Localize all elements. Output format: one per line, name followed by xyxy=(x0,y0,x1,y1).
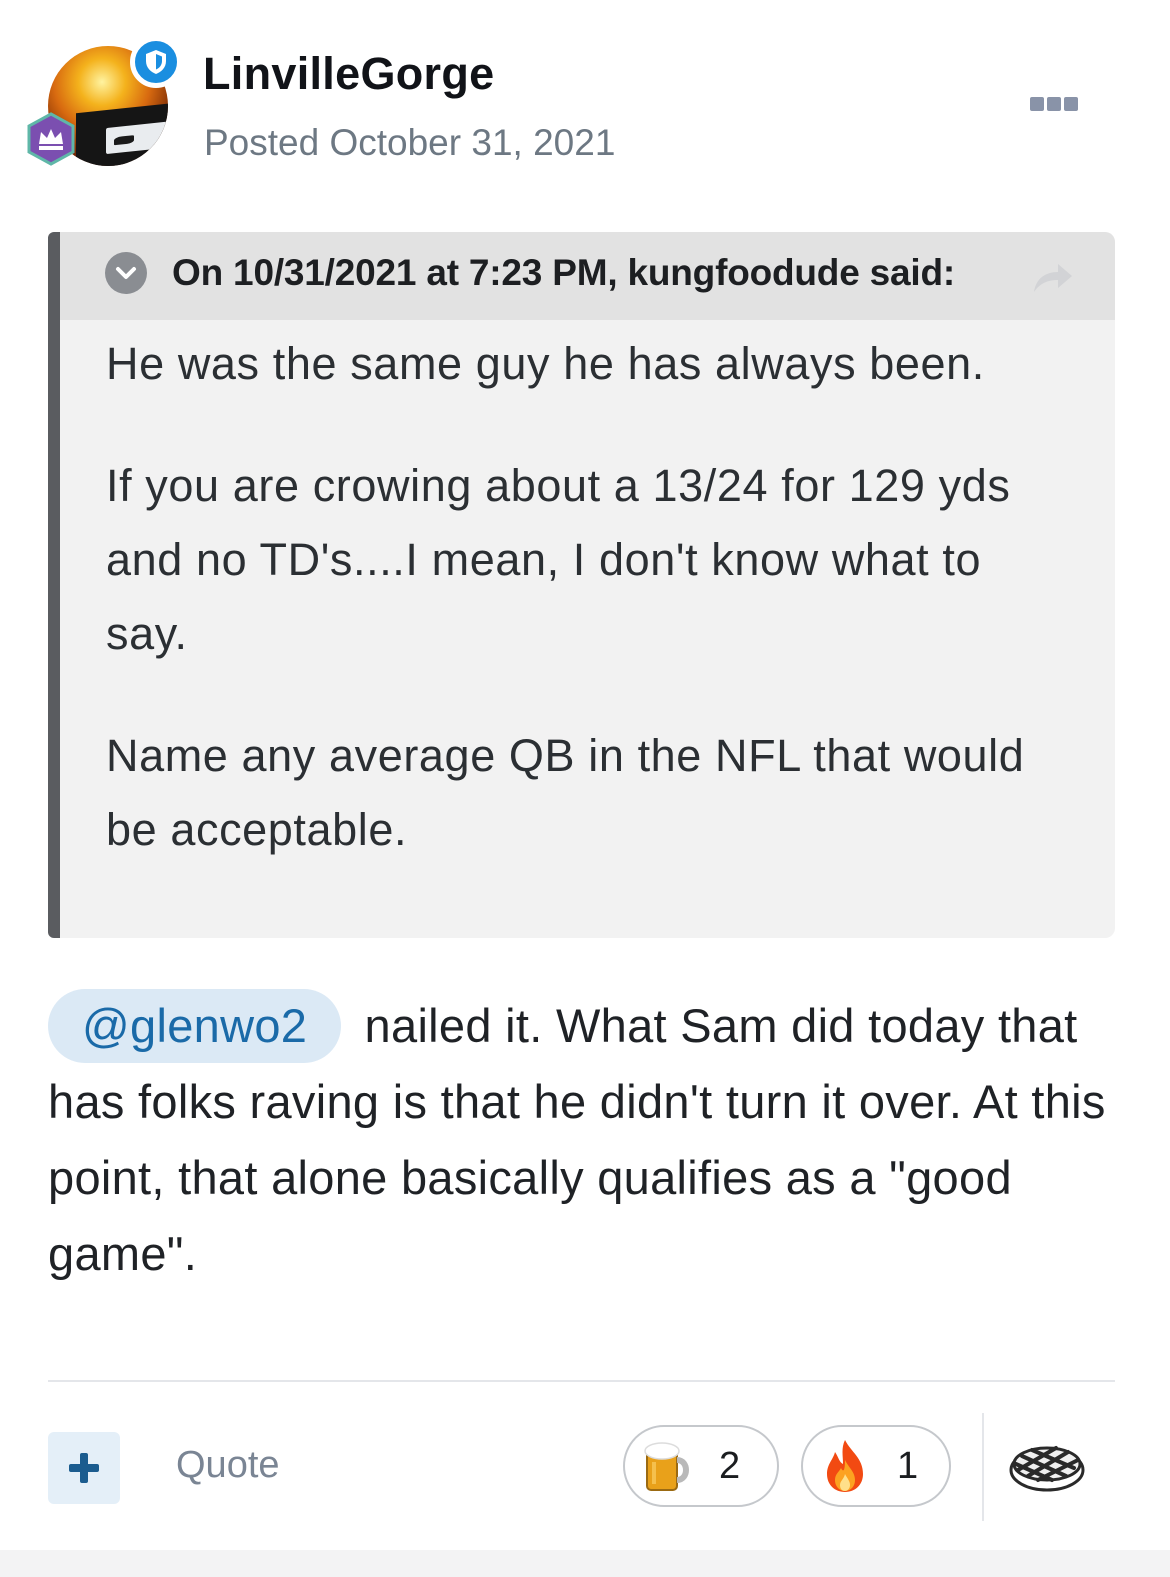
post-content: @glenwo2 nailed it. What Sam did today t… xyxy=(48,988,1118,1292)
quote-button[interactable]: Quote xyxy=(176,1444,280,1487)
pie-reaction-picker-icon[interactable] xyxy=(1008,1436,1086,1494)
plus-icon xyxy=(69,1453,99,1483)
reaction-count: 1 xyxy=(897,1444,919,1487)
more-dot xyxy=(1030,97,1044,111)
avatar-container[interactable] xyxy=(24,36,189,176)
add-multiquote-button[interactable] xyxy=(48,1432,120,1504)
quote-citation: On 10/31/2021 at 7:23 PM, kungfoodude sa… xyxy=(172,252,956,293)
user-mention-link[interactable]: @glenwo2 xyxy=(48,989,342,1063)
more-dot xyxy=(1064,97,1078,111)
quote-block: On 10/31/2021 at 7:23 PM, kungfoodude sa… xyxy=(48,232,1115,938)
footer-divider xyxy=(48,1380,1115,1382)
beer-mug-icon xyxy=(639,1438,695,1494)
author-username[interactable]: LinvilleGorge xyxy=(203,48,494,100)
avatar-dumpster-image xyxy=(76,102,168,166)
fire-icon xyxy=(817,1438,873,1494)
more-options-icon[interactable] xyxy=(1030,94,1080,114)
reaction-count: 2 xyxy=(719,1444,741,1487)
quote-paragraph: Name any average QB in the NFL that woul… xyxy=(106,730,1025,855)
reaction-separator xyxy=(982,1413,984,1521)
quote-header: On 10/31/2021 at 7:23 PM, kungfoodude sa… xyxy=(60,232,1115,320)
page-bottom-bar xyxy=(0,1550,1170,1577)
quote-body: He was the same guy he has always been. … xyxy=(106,327,1036,915)
post-date[interactable]: Posted October 31, 2021 xyxy=(204,122,615,164)
share-arrow-icon[interactable] xyxy=(1030,260,1074,296)
chevron-down-icon[interactable] xyxy=(105,252,147,294)
reaction-fire[interactable]: 1 xyxy=(801,1425,951,1507)
more-dot xyxy=(1047,97,1061,111)
crown-rank-badge-icon xyxy=(24,112,78,166)
post-header: LinvilleGorge Posted October 31, 2021 xyxy=(0,0,1170,200)
quote-paragraph: If you are crowing about a 13/24 for 129… xyxy=(106,460,1011,659)
avatar-panthers-logo xyxy=(106,121,168,155)
shield-badge-icon xyxy=(130,36,182,88)
quote-paragraph: He was the same guy he has always been. xyxy=(106,338,985,389)
reaction-beer[interactable]: 2 xyxy=(623,1425,779,1507)
